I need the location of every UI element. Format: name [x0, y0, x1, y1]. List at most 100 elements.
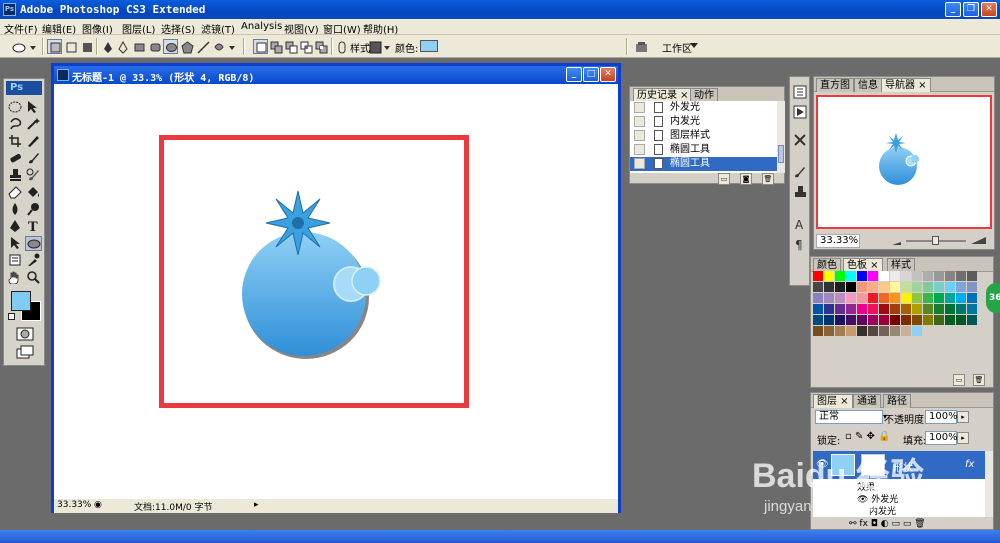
color-swatch-cell[interactable]	[934, 293, 944, 303]
history-item[interactable]: 椭圆工具	[630, 143, 780, 157]
color-swatch-cell[interactable]	[835, 271, 845, 281]
color-swatch-cell[interactable]	[956, 293, 966, 303]
color-swatch-cell[interactable]	[857, 293, 867, 303]
tool-presets-icon[interactable]	[793, 133, 807, 147]
color-swatch-cell[interactable]	[901, 293, 911, 303]
snapshot-icon[interactable]: ◙	[740, 173, 752, 185]
color-swatch-cell[interactable]	[956, 304, 966, 314]
history-brush-icon[interactable]	[25, 168, 42, 183]
rectangle-tool-icon[interactable]	[131, 39, 146, 54]
color-swatch-cell[interactable]	[824, 315, 834, 325]
tab-info[interactable]: 信息	[854, 78, 882, 92]
add-shape-area-icon[interactable]	[268, 39, 283, 54]
color-swatch-cell[interactable]	[879, 326, 889, 336]
color-swatch-cell[interactable]	[835, 326, 845, 336]
color-swatch-cell[interactable]	[890, 326, 900, 336]
dodge-tool-icon[interactable]	[25, 202, 42, 217]
color-swatch-cell[interactable]	[901, 304, 911, 314]
color-swatch-cell[interactable]	[901, 315, 911, 325]
color-swatch-cell[interactable]	[879, 271, 889, 281]
menu-filter[interactable]: 滤镜(T)	[201, 21, 235, 36]
color-swatch-cell[interactable]	[956, 315, 966, 325]
color-swatch-cell[interactable]	[868, 293, 878, 303]
canvas[interactable]	[54, 84, 618, 499]
line-tool-icon[interactable]	[195, 39, 210, 54]
doc-minimize-button[interactable]: _	[566, 67, 582, 82]
menu-edit[interactable]: 编辑(E)	[42, 21, 76, 36]
color-swatch-cell[interactable]	[868, 304, 878, 314]
color-swatch-cell[interactable]	[813, 293, 823, 303]
tab-styles[interactable]: 样式	[887, 258, 915, 272]
color-swatch-cell[interactable]	[846, 304, 856, 314]
color-swatch-cell[interactable]	[967, 304, 977, 314]
color-swatch-cell[interactable]	[923, 271, 933, 281]
color-swatch-cell[interactable]	[923, 304, 933, 314]
screen-mode-icon[interactable]	[15, 345, 35, 360]
default-colors-icon[interactable]	[8, 313, 15, 320]
color-swatch-cell[interactable]	[846, 282, 856, 292]
color-swatch-cell[interactable]	[879, 315, 889, 325]
new-document-from-state-icon[interactable]: ▭	[718, 173, 730, 185]
blend-mode-select[interactable]: 正常	[815, 410, 883, 424]
color-swatch-cell[interactable]	[824, 293, 834, 303]
eyedropper-icon[interactable]	[25, 253, 42, 268]
menu-help[interactable]: 帮助(H)	[363, 21, 398, 36]
menu-select[interactable]: 选择(S)	[161, 21, 195, 36]
color-swatch-cell[interactable]	[824, 282, 834, 292]
color-swatch-cell[interactable]	[846, 271, 856, 281]
trash-icon[interactable]: 🗑	[762, 173, 774, 185]
color-swatch-cell[interactable]	[868, 326, 878, 336]
menu-image[interactable]: 图像(I)	[82, 21, 113, 36]
style-picker[interactable]	[367, 39, 392, 54]
color-swatch-cell[interactable]	[912, 304, 922, 314]
color-swatch-cell[interactable]	[824, 304, 834, 314]
color-swatch-cell[interactable]	[912, 293, 922, 303]
ellipse-tool-icon-toolbox[interactable]	[25, 236, 42, 251]
fill-pixels-icon[interactable]	[79, 39, 94, 54]
color-swatch-cell[interactable]	[879, 304, 889, 314]
color-swatch-cell[interactable]	[923, 315, 933, 325]
tab-paths[interactable]: 路径	[883, 394, 911, 408]
intersect-shape-area-icon[interactable]	[298, 39, 313, 54]
character-panel-icon[interactable]: A	[793, 217, 807, 232]
color-swatch-cell[interactable]	[912, 282, 922, 292]
history-panel-icon[interactable]	[793, 85, 807, 99]
tab-histogram[interactable]: 直方图	[816, 78, 854, 92]
color-swatch-cell[interactable]	[967, 271, 977, 281]
type-tool-icon[interactable]: T	[25, 219, 42, 234]
subtract-shape-area-icon[interactable]	[283, 39, 298, 54]
color-swatch-cell[interactable]	[956, 282, 966, 292]
pen-tool-icon[interactable]	[100, 39, 115, 54]
color-swatch[interactable]	[420, 40, 438, 52]
color-swatch-cell[interactable]	[813, 315, 823, 325]
history-item[interactable]: 图层样式	[630, 129, 780, 143]
color-swatch-cell[interactable]	[890, 315, 900, 325]
history-item[interactable]: 外发光	[630, 101, 780, 115]
lock-icons[interactable]: ▫ ✎ ✥ 🔒	[845, 431, 891, 442]
color-swatch-cell[interactable]	[857, 304, 867, 314]
tab-actions[interactable]: 动作	[690, 88, 718, 102]
pen-tool-icon-toolbox[interactable]	[7, 219, 24, 234]
color-swatch-cell[interactable]	[934, 315, 944, 325]
color-swatch-cell[interactable]	[835, 315, 845, 325]
tool-preset-picker[interactable]	[8, 39, 38, 54]
actions-panel-icon[interactable]	[793, 105, 807, 119]
brushes-panel-icon[interactable]	[793, 165, 807, 179]
color-swatch-cell[interactable]	[934, 282, 944, 292]
rounded-rectangle-icon[interactable]	[147, 39, 162, 54]
clone-source-icon[interactable]	[793, 185, 807, 199]
color-swatch-cell[interactable]	[890, 304, 900, 314]
link-icon[interactable]	[334, 39, 349, 54]
color-swatch-cell[interactable]	[857, 271, 867, 281]
color-swatch-cell[interactable]	[945, 271, 955, 281]
color-swatch-cell[interactable]	[835, 304, 845, 314]
zoom-tool-icon[interactable]	[25, 270, 42, 285]
color-swatch-cell[interactable]	[857, 282, 867, 292]
color-swatch-cell[interactable]	[879, 293, 889, 303]
new-swatch-icon[interactable]: ▭	[953, 374, 965, 386]
doc-close-button[interactable]: ✕	[600, 67, 616, 82]
navigator-preview[interactable]	[816, 95, 992, 229]
color-swatch-cell[interactable]	[890, 271, 900, 281]
workspace-menu[interactable]: 工作区	[662, 40, 692, 55]
swatch-grid[interactable]	[813, 271, 977, 336]
